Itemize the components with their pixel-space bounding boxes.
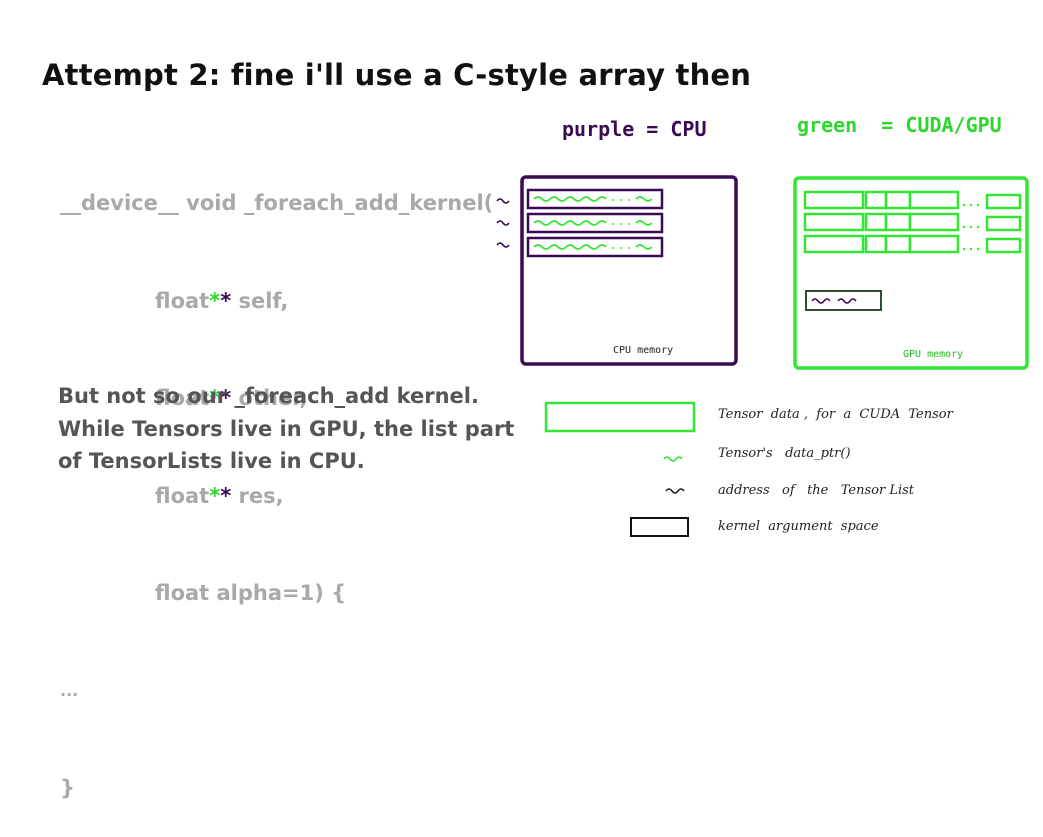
- legend-data-ptr-swatch: [663, 456, 683, 462]
- address-squiggle: [496, 220, 510, 226]
- data-ptr-squiggle: [533, 196, 653, 202]
- data-ptr-squiggle: [533, 220, 653, 226]
- tensor-row: [803, 234, 1022, 254]
- legend-data-ptr-text: Tensor's data_ptr(): [718, 446, 851, 461]
- code-line-close: }: [60, 776, 75, 800]
- legend-address-swatch: [665, 488, 685, 494]
- list-address-marks: [496, 198, 510, 248]
- cpu-memory-label: CPU memory: [613, 345, 674, 356]
- legend-kernel-arg-swatch: [630, 517, 689, 537]
- tensor-row: [803, 190, 1022, 210]
- pointer-slot: [526, 236, 664, 258]
- code-line-param-alpha: float alpha=1) {: [155, 581, 347, 605]
- legend-kernel-arg-text: kernel argument space: [718, 519, 879, 534]
- cpu-memory-box: [520, 175, 738, 366]
- legend-tensor-data-text: Tensor data , for a CUDA Tensor: [718, 407, 953, 422]
- address-squiggle: [496, 242, 510, 248]
- code-line-ellipsis: ...: [60, 680, 79, 700]
- address-squiggle: [811, 298, 857, 304]
- legend-address-text: address of the Tensor List: [718, 483, 915, 498]
- pointer-slot: [526, 212, 664, 234]
- tensor-row: [803, 212, 1022, 232]
- address-squiggle: [496, 198, 510, 204]
- gpu-memory-label: GPU memory: [903, 349, 964, 360]
- cpu-pointer-list: [526, 188, 664, 258]
- gpu-tensor-data: [803, 190, 1022, 254]
- pointer-slot: [526, 188, 664, 210]
- data-ptr-squiggle: [533, 244, 653, 250]
- legend-tensor-data-swatch: [544, 401, 696, 433]
